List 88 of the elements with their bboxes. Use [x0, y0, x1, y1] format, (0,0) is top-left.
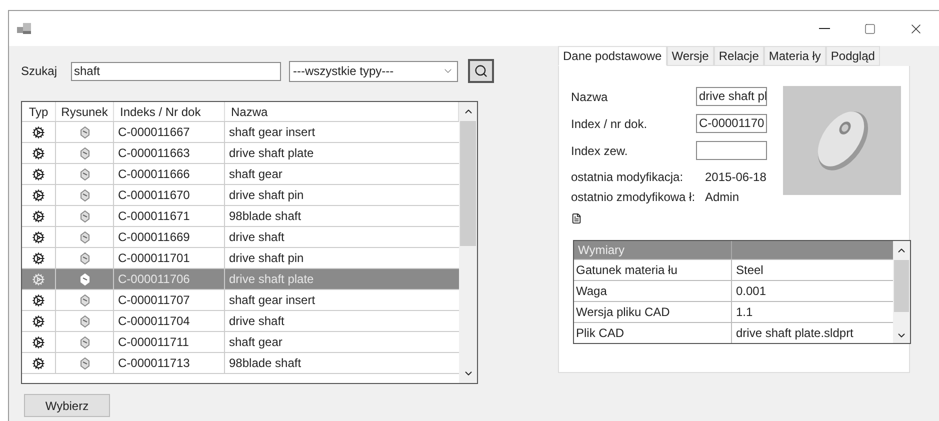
text-field[interactable]: drive shaft pl [696, 87, 767, 106]
table-cell: C-000011706 [114, 269, 225, 289]
table-cell-text: shaft gear insert [228, 292, 316, 309]
text-field[interactable] [696, 141, 767, 160]
text-field[interactable]: C-00001170 [696, 114, 767, 133]
grid-cell-text: 0.001 [735, 283, 768, 300]
table-cell-text: drive shaft plate [228, 145, 315, 162]
table-row[interactable]: C-000011704 drive shaft [22, 311, 459, 332]
table-row[interactable]: C-000011671 98blade shaft [22, 206, 459, 227]
gear-icon [32, 126, 45, 138]
search-field[interactable]: shaft [71, 62, 281, 80]
field-label: Index / nr dok. [571, 116, 648, 132]
grid-cell-text: drive shaft plate.sldprt [735, 325, 854, 342]
gear-icon [32, 294, 45, 306]
table-cell: C-000011707 [114, 290, 225, 310]
table-cell: C-000011711 [114, 332, 225, 352]
gear-icon [32, 230, 45, 244]
scrollbar[interactable] [893, 241, 910, 343]
table-cell-text: drive shaft [228, 313, 286, 330]
gear-icon [32, 210, 45, 222]
gear-icon [32, 356, 45, 370]
scrollbar[interactable] [459, 102, 477, 383]
table-cell-text: 98blade shaft [228, 355, 302, 372]
table-cell: C-000011666 [114, 164, 225, 184]
tab[interactable]: Relacje [714, 46, 764, 66]
grid-cell: Plik CAD [574, 323, 732, 343]
gear-icon [32, 336, 45, 348]
gear-icon [32, 314, 45, 328]
search-icon [474, 64, 488, 78]
grid-cell-text: Steel [735, 262, 764, 279]
type-dropdown[interactable]: ---wszystkie typy--- [289, 60, 458, 82]
table-row[interactable]: C-000011663 drive shaft plate [22, 143, 459, 164]
table-cell: C-000011701 [114, 248, 225, 268]
maximize-icon [864, 22, 876, 34]
info-label: ostatnio zmodyfikowa ł: [571, 189, 696, 206]
tab[interactable]: Podgląd [826, 46, 880, 66]
column-header[interactable]: Rysunek [56, 102, 114, 121]
table-row[interactable]: C-000011670 drive shaft pin [22, 185, 459, 206]
table-cell: C-000011669 [114, 227, 225, 247]
search-button[interactable] [468, 59, 494, 83]
table-cell-text: shaft gear [228, 334, 284, 351]
minimize-icon [818, 28, 830, 29]
scroll-thumb[interactable] [894, 260, 909, 312]
tab[interactable]: Wersje [666, 46, 714, 66]
field-label: Index zew. [571, 142, 629, 160]
table-cell-text: drive shaft pin [228, 250, 305, 267]
table-cell: C-000011663 [114, 143, 225, 163]
table-cell: C-000011667 [114, 122, 225, 142]
table-cell-text: shaft gear [228, 166, 284, 183]
info-label: ostatnia modyfikacja: [571, 169, 684, 186]
table-cell: C-000011713 [114, 353, 225, 373]
table-row[interactable]: C-000011667 shaft gear insert [22, 122, 459, 143]
field-label: Nazwa [571, 88, 609, 106]
table-cell: C-000011671 [114, 206, 225, 226]
select-button[interactable]: Wybierz [24, 394, 110, 417]
grid-cell: Waga [574, 281, 732, 301]
scroll-thumb[interactable] [460, 121, 476, 246]
app-icon [17, 22, 31, 34]
document-icon[interactable] [571, 213, 582, 224]
gear-icon [32, 188, 45, 202]
gear-icon [32, 146, 45, 160]
table-row[interactable]: C-000011711 shaft gear [22, 332, 459, 353]
table-row[interactable]: C-000011707 shaft gear insert [22, 290, 459, 311]
table-cell-text: drive shaft [228, 229, 286, 246]
grid-cell: Wersja pliku CAD [574, 302, 732, 322]
table-row[interactable]: C-000011713 98blade shaft [22, 353, 459, 374]
table-cell: C-000011670 [114, 185, 225, 205]
table-cell: C-000011704 [114, 311, 225, 331]
info-value: 2015-06-18 [705, 169, 766, 186]
table-cell-text: 98blade shaft [228, 208, 302, 225]
grid-header: Wymiary [574, 241, 732, 259]
gear-icon [32, 252, 45, 264]
column-header[interactable]: Indeks / Nr dok [114, 102, 225, 121]
gear-icon [32, 168, 45, 180]
table-cell-text: drive shaft pin [228, 187, 305, 204]
table-row[interactable]: C-000011666 shaft gear [22, 164, 459, 185]
tab[interactable]: Materia ły [764, 46, 826, 66]
table-row[interactable]: C-000011669 drive shaft [22, 227, 459, 248]
table-row[interactable]: C-000011701 drive shaft pin [22, 248, 459, 269]
table-cell-text: shaft gear insert [228, 124, 316, 141]
column-header[interactable]: Typ [22, 102, 56, 121]
gear-icon [32, 272, 45, 286]
grid-cell-text: 1.1 [735, 304, 754, 321]
search-label: Szukaj [21, 63, 58, 80]
grid-cell: Gatunek materia łu [574, 260, 732, 280]
tab[interactable]: Dane podstawowe [558, 46, 667, 66]
info-value: Admin [705, 189, 740, 206]
table-cell-text: drive shaft plate [228, 271, 315, 288]
